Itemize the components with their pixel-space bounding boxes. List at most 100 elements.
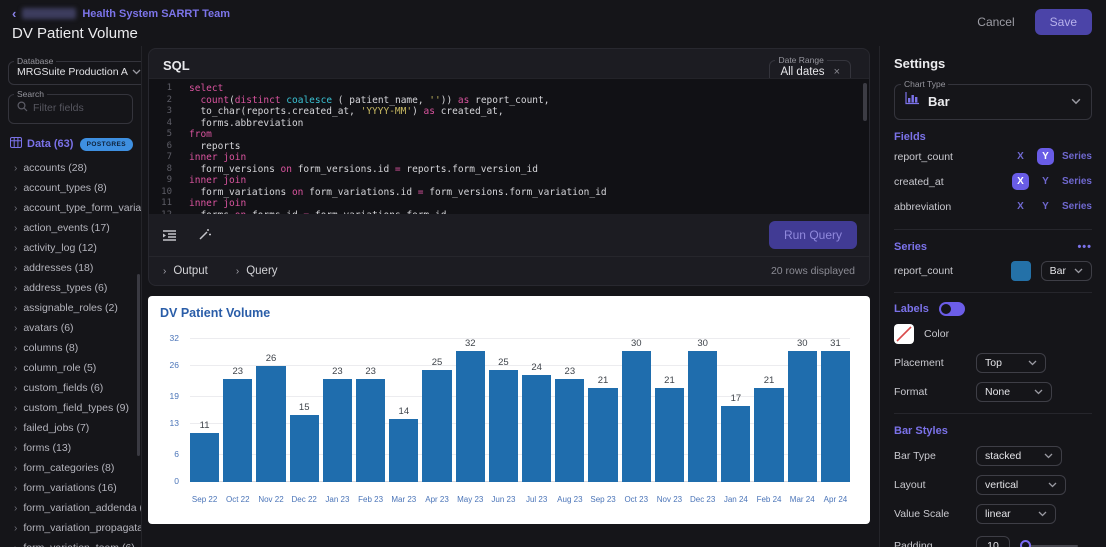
query-toggle[interactable]: › Query	[236, 265, 278, 277]
back-chevron-icon[interactable]: ‹	[12, 6, 16, 21]
chevron-right-icon: ›	[14, 363, 17, 374]
table-item[interactable]: ›form_variation_propagata...	[0, 518, 141, 538]
line-number: 6	[149, 141, 172, 153]
table-item[interactable]: ›account_types (8)	[0, 178, 141, 198]
labels-section-title: Labels	[894, 303, 929, 315]
format-sql-button[interactable]	[161, 228, 178, 243]
chevron-down-icon	[1034, 389, 1043, 395]
padding-slider[interactable]	[1020, 539, 1078, 547]
table-item[interactable]: ›form_variations (16)	[0, 478, 141, 498]
line-number: 10	[149, 187, 172, 199]
bar-slot: 23	[323, 339, 352, 482]
table-item[interactable]: ›failed_jobs (7)	[0, 418, 141, 438]
bar-value-label: 21	[598, 376, 609, 386]
data-label: Data (63)	[27, 138, 73, 150]
cancel-button[interactable]: Cancel	[975, 9, 1016, 35]
team-name[interactable]: Health System SARRT Team	[82, 8, 230, 20]
x-tick-label: Aug 23	[555, 495, 584, 506]
fields-section-title: Fields	[894, 131, 1092, 143]
database-value: MRGSuite Production A	[17, 66, 128, 78]
series-menu-button[interactable]: •••	[1077, 241, 1092, 253]
table-item[interactable]: ›assignable_roles (2)	[0, 298, 141, 318]
labels-toggle[interactable]	[939, 302, 965, 316]
search-input[interactable]	[33, 102, 125, 114]
x-tick-label: Sep 23	[588, 495, 617, 506]
table-item[interactable]: ›addresses (18)	[0, 258, 141, 278]
chart-type-select[interactable]: Chart Type Bar	[894, 79, 1092, 120]
table-item[interactable]: ›form_variation_addenda (5)	[0, 498, 141, 518]
bar	[555, 379, 584, 482]
bar-slot: 32	[456, 339, 485, 482]
bar-value-label: 23	[365, 367, 376, 377]
table-item[interactable]: ›forms (13)	[0, 438, 141, 458]
sql-code[interactable]: select count(distinct coalesce ( patient…	[179, 79, 869, 214]
date-range-value: All dates	[780, 66, 824, 78]
database-select[interactable]: Database MRGSuite Production A	[8, 56, 142, 85]
table-item[interactable]: ›action_events (17)	[0, 218, 141, 238]
label-color-swatch[interactable]	[894, 324, 914, 344]
x-tick-label: Mar 24	[788, 495, 817, 506]
axis-x-toggle[interactable]: X	[1012, 198, 1029, 215]
table-item[interactable]: ›address_types (6)	[0, 278, 141, 298]
divider	[894, 292, 1092, 293]
axis-x-toggle[interactable]: X	[1012, 148, 1029, 165]
table-item[interactable]: ›activity_log (12)	[0, 238, 141, 258]
breadcrumb[interactable]: ‹ Health System SARRT Team	[12, 6, 230, 21]
sidebar-scrollbar[interactable]	[137, 274, 140, 456]
table-item[interactable]: ›column_role (5)	[0, 358, 141, 378]
bar	[190, 433, 219, 482]
x-tick-label: Nov 23	[655, 495, 684, 506]
table-item-label: action_events (17)	[23, 222, 109, 234]
x-tick-label: May 23	[456, 495, 485, 506]
field-row: report_countXYSeries	[894, 145, 1092, 168]
table-item[interactable]: ›custom_fields (6)	[0, 378, 141, 398]
padding-input[interactable]	[976, 536, 1010, 547]
axis-y-toggle[interactable]: Y	[1037, 173, 1054, 190]
table-item[interactable]: ›avatars (6)	[0, 318, 141, 338]
bar-slot: 17	[721, 339, 750, 482]
value-scale-select[interactable]: linear	[976, 504, 1056, 524]
table-item[interactable]: ›accounts (28)	[0, 158, 141, 178]
chevron-right-icon: ›	[14, 423, 17, 434]
close-icon[interactable]: ×	[834, 66, 840, 78]
bar-slot: 21	[754, 339, 783, 482]
data-section-header[interactable]: Data (63) POSTGRES	[0, 124, 141, 158]
bar-value-label: 23	[565, 367, 576, 377]
chevron-right-icon: ›	[14, 163, 17, 174]
layout-select[interactable]: vertical	[976, 475, 1066, 495]
output-toggle[interactable]: › Output	[163, 265, 208, 277]
axis-y-toggle[interactable]: Y	[1037, 148, 1054, 165]
axis-series-toggle[interactable]: Series	[1062, 151, 1092, 162]
bar-slot: 15	[290, 339, 319, 482]
table-item[interactable]: ›form_variation_team (6)	[0, 538, 141, 547]
editor-scrollbar[interactable]	[863, 83, 867, 121]
bar-slot: 25	[422, 339, 451, 482]
table-item[interactable]: ›account_type_form_variati...	[0, 198, 141, 218]
table-item[interactable]: ›columns (8)	[0, 338, 141, 358]
chevron-right-icon: ›	[14, 263, 17, 274]
field-axis-controls: XY Series	[1012, 198, 1092, 215]
axis-series-toggle[interactable]: Series	[1062, 201, 1092, 212]
table-item[interactable]: ›form_categories (8)	[0, 458, 141, 478]
chevron-down-icon	[1074, 268, 1083, 274]
results-bar: › Output › Query 20 rows displayed	[149, 256, 869, 285]
save-button[interactable]: Save	[1035, 9, 1092, 35]
sql-editor[interactable]: 123456789101112 select count(distinct co…	[149, 78, 869, 214]
placement-select[interactable]: Top	[976, 353, 1046, 373]
axis-y-toggle[interactable]: Y	[1037, 198, 1054, 215]
chevron-right-icon: ›	[14, 383, 17, 394]
chevron-right-icon: ›	[14, 343, 17, 354]
bar-type-select[interactable]: stacked	[976, 446, 1062, 466]
field-row: abbreviationXYSeries	[894, 195, 1092, 218]
x-tick-label: Dec 23	[688, 495, 717, 506]
table-item[interactable]: ›custom_field_types (9)	[0, 398, 141, 418]
axis-series-toggle[interactable]: Series	[1062, 176, 1092, 187]
axis-x-toggle[interactable]: X	[1012, 173, 1029, 190]
format-select[interactable]: None	[976, 382, 1052, 402]
run-query-button[interactable]: Run Query	[769, 221, 857, 249]
sql-toolbar: Run Query	[149, 214, 869, 256]
series-type-select[interactable]: Bar	[1041, 261, 1092, 281]
series-color-swatch[interactable]	[1011, 261, 1031, 281]
magic-wand-button[interactable]	[196, 227, 213, 243]
y-tick-label: 0	[174, 476, 179, 486]
